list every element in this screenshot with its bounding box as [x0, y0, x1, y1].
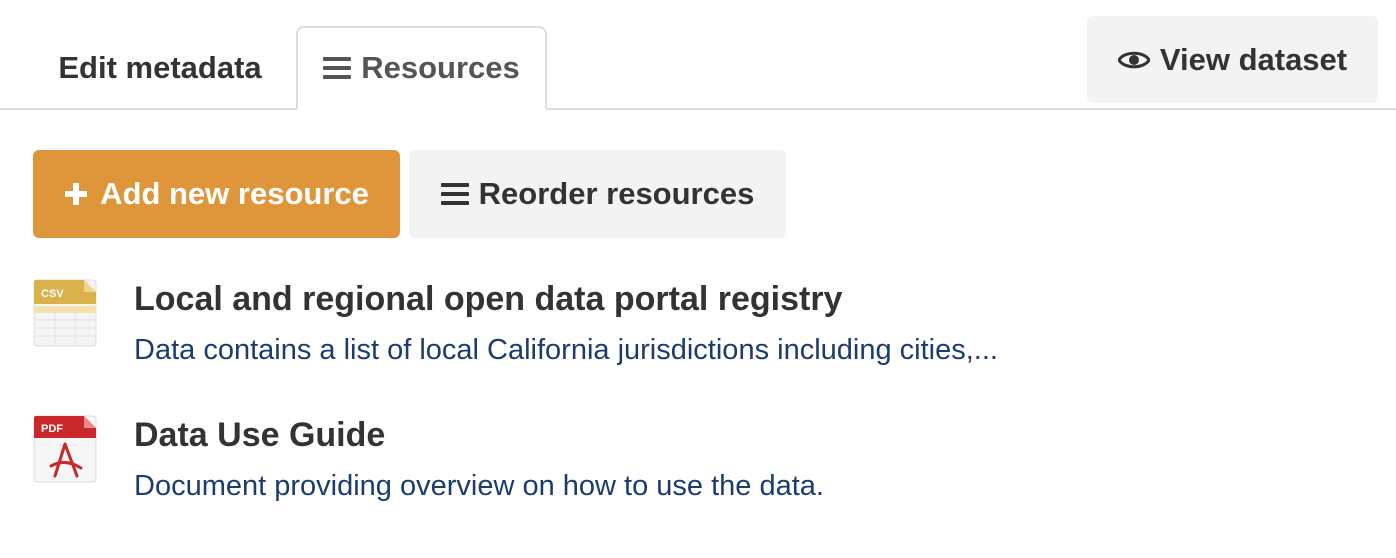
reorder-resources-label: Reorder resources — [478, 176, 755, 211]
tab-bar: Edit metadata Resources View dataset — [0, 0, 1396, 110]
resource-item[interactable]: PDF Data Use Guide Document providing ov… — [33, 414, 1233, 514]
pdf-file-icon: PDF — [33, 414, 97, 484]
add-new-resource-button[interactable]: Add new resource — [33, 150, 400, 238]
resource-title[interactable]: Local and regional open data portal regi… — [134, 280, 842, 319]
tab-edit-metadata-label: Edit metadata — [58, 50, 262, 85]
csv-file-icon: CSV — [33, 278, 97, 348]
dataset-edit-page: Edit metadata Resources View dataset Add… — [0, 0, 1396, 558]
svg-text:PDF: PDF — [41, 423, 63, 435]
resource-item[interactable]: CSV Local and regional open data portal … — [33, 278, 1233, 378]
tab-resources[interactable]: Resources — [296, 26, 547, 110]
add-new-resource-label: Add new resource — [100, 176, 369, 211]
plus-icon — [64, 182, 88, 206]
view-dataset-button[interactable]: View dataset — [1087, 16, 1378, 103]
hamburger-icon — [440, 183, 469, 205]
resource-title[interactable]: Data Use Guide — [134, 416, 385, 455]
eye-icon — [1117, 49, 1150, 71]
hamburger-icon — [323, 57, 352, 79]
tab-edit-metadata[interactable]: Edit metadata — [28, 26, 292, 110]
resource-description: Data contains a list of local California… — [134, 334, 998, 366]
tab-resources-label: Resources — [361, 50, 520, 85]
svg-text:CSV: CSV — [41, 288, 64, 300]
reorder-resources-button[interactable]: Reorder resources — [409, 150, 786, 238]
view-dataset-label: View dataset — [1159, 41, 1348, 77]
resource-description: Document providing overview on how to us… — [134, 470, 824, 502]
